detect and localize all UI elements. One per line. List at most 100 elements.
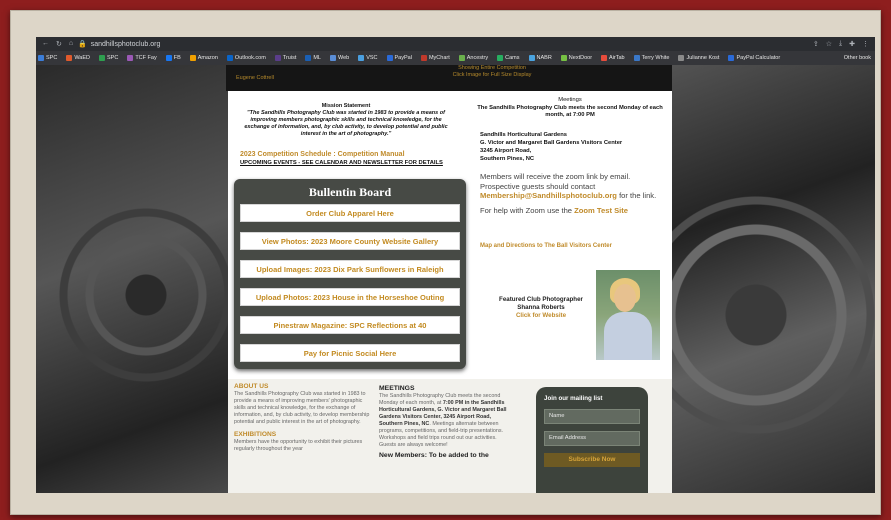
back-icon[interactable]: ← (42, 40, 49, 48)
bookmark-item[interactable]: Ancestry (458, 55, 488, 61)
upload-sunflowers-button[interactable]: Upload Images: 2023 Dix Park Sunflowers … (240, 260, 460, 278)
competition-schedule-link[interactable]: 2023 Competition Schedule : Competition … (240, 151, 405, 158)
gallery-strip: Eugene Cottrell Showing Entire Competiti… (226, 65, 672, 91)
portrait-face (614, 284, 636, 312)
bookmark-favicon-icon (127, 55, 134, 61)
zoom-info: Members will receive the zoom link by em… (480, 172, 657, 215)
bookmark-item[interactable]: MyChart (420, 55, 450, 61)
bookmark-item[interactable]: WaED (66, 55, 90, 61)
name-input[interactable]: Name (544, 409, 640, 424)
bookmark-favicon-icon (420, 55, 427, 61)
meetings-line: The Sandhills Photography Club meets the… (477, 104, 663, 119)
upcoming-events-link[interactable]: UPCOMING EVENTS - SEE CALENDAR AND NEWSL… (240, 160, 450, 167)
browser-screen: ← ↻ ⌂ 🔒 sandhillsphotoclub.org ⇪ ☆ ⤓ ✚ ⋮… (36, 37, 875, 493)
featured-photographer-photo[interactable] (596, 270, 660, 360)
bookmark-item[interactable]: PayPal Calculator (728, 55, 780, 61)
order-apparel-button[interactable]: Order Club Apparel Here (240, 204, 460, 222)
bookmark-item[interactable]: Cams (497, 55, 520, 61)
bookmark-item[interactable]: Web (329, 55, 349, 61)
upload-horseshoe-button[interactable]: Upload Photos: 2023 House in the Horsesh… (240, 288, 460, 306)
bookmark-favicon-icon (497, 55, 504, 61)
featured-photographer: Featured Club Photographer Shanna Robert… (476, 296, 606, 320)
bookmark-item[interactable]: SPC (99, 55, 118, 61)
exhibitions-heading: EXHIBITIONS (234, 431, 277, 438)
bookmark-favicon-icon (528, 55, 535, 61)
reload-icon[interactable]: ↻ (56, 40, 62, 48)
bookmark-favicon-icon (560, 55, 567, 61)
home-icon[interactable]: ⌂ (69, 40, 73, 48)
bookmark-favicon-icon (189, 55, 196, 61)
bookmark-item[interactable]: ML (305, 55, 321, 61)
bookmark-favicon-icon (226, 55, 233, 61)
gallery-caption[interactable]: Showing Entire Competition Click Image f… (412, 65, 572, 79)
map-directions-link[interactable]: Map and Directions to The Ball Visitors … (480, 243, 612, 249)
meetings-heading: Meetings (558, 97, 582, 103)
subscribe-button[interactable]: Subscribe Now (544, 453, 640, 467)
membership-email-link[interactable]: Membership@Sandhillsphotoclub.org (480, 191, 617, 200)
extensions-icon[interactable]: ✚ (849, 40, 855, 48)
bulletin-board: Bullentin Board Order Club Apparel Here … (234, 179, 466, 369)
bookmark-favicon-icon (305, 55, 312, 61)
picnic-pay-button[interactable]: Pay for Picnic Social Here (240, 344, 460, 362)
bookmark-favicon-icon (329, 55, 336, 61)
bookmark-item[interactable]: Truist (274, 55, 296, 61)
bookmark-favicon-icon (633, 55, 640, 61)
lock-icon: 🔒 (78, 41, 87, 48)
star-icon[interactable]: ☆ (826, 40, 832, 48)
bookmark-favicon-icon (274, 55, 281, 61)
bookmark-item[interactable]: SPC (38, 55, 57, 61)
mission-heading: Mission Statement (321, 103, 371, 109)
bookmark-favicon-icon (386, 55, 393, 61)
zoom-test-link[interactable]: Zoom Test Site (574, 206, 628, 215)
mission-statement: Mission Statement "The Sandhills Photogr… (240, 103, 452, 138)
meetings-info: Meetings The Sandhills Photography Club … (470, 97, 670, 120)
mission-text: "The Sandhills Photography Club was star… (244, 110, 448, 137)
photographer-name: Shanna Roberts (517, 304, 565, 311)
bookmark-favicon-icon (99, 55, 105, 61)
venue-address: Sandhills Horticultural Gardens G. Victo… (480, 132, 623, 162)
bookmark-item[interactable]: Amazon (189, 55, 218, 61)
mailing-list-box: Join our mailing list Name Email Address… (536, 387, 648, 493)
bookmark-item[interactable]: Terry White (633, 55, 669, 61)
about-text: The Sandhills Photography Club was start… (234, 391, 370, 425)
exhibitions-text: Members have the opportunity to exhibit … (234, 439, 363, 452)
bookmark-item[interactable]: PayPal (386, 55, 412, 61)
bookmark-item[interactable]: Julianne Kost (678, 55, 719, 61)
about-heading: ABOUT US (234, 383, 269, 390)
other-bookmarks[interactable]: Other book (844, 55, 875, 61)
nav-buttons: ← ↻ ⌂ (36, 40, 78, 48)
bookmark-favicon-icon (458, 55, 465, 61)
photographer-credit: Eugene Cottrell (236, 75, 274, 81)
bookmark-item[interactable]: Outlook.com (226, 55, 266, 61)
bookmark-item[interactable]: FB (165, 55, 181, 61)
new-members-text: New Members: To be added to the (379, 452, 489, 459)
bulletin-board-title: Bullentin Board (308, 185, 392, 199)
browser-tools: ⇪ ☆ ⤓ ✚ ⋮ (813, 40, 875, 48)
view-photos-button[interactable]: View Photos: 2023 Moore County Website G… (240, 232, 460, 250)
address-bar[interactable]: 🔒 sandhillsphotoclub.org (78, 40, 161, 49)
share-icon[interactable]: ⇪ (813, 40, 819, 48)
bookmark-favicon-icon (601, 55, 608, 61)
menu-icon[interactable]: ⋮ (862, 40, 869, 48)
bookmark-favicon-icon (728, 55, 735, 61)
about-us: ABOUT US The Sandhills Photography Club … (234, 383, 370, 453)
lower-section: ABOUT US The Sandhills Photography Club … (228, 379, 672, 493)
main-content: Mission Statement "The Sandhills Photogr… (228, 91, 672, 379)
meetings-section: MEETINGS The Sandhills Photography Club … (379, 385, 511, 460)
bookmark-item[interactable]: NextDoor (560, 55, 592, 61)
bookmark-item[interactable]: TCF Fay (127, 55, 157, 61)
bookmark-item[interactable]: VSC (358, 55, 378, 61)
bookmark-item[interactable]: NABR (528, 55, 552, 61)
email-input[interactable]: Email Address (544, 431, 640, 446)
download-icon[interactable]: ⤓ (839, 40, 842, 48)
mailing-list-heading: Join our mailing list (544, 395, 603, 402)
bookmarks-bar: SPC WaED SPC TCF Fay FB Amazon Outlook.com Trui… (36, 51, 875, 65)
bookmark-favicon-icon (66, 55, 73, 61)
bookmark-item[interactable]: AirTab (601, 55, 625, 61)
bookmark-favicon-icon (358, 55, 365, 61)
url-text: sandhillsphotoclub.org (90, 40, 161, 48)
meetings-lower-heading: MEETINGS (379, 385, 415, 392)
pinestraw-button[interactable]: Pinestraw Magazine: SPC Reflections at 4… (240, 316, 460, 334)
bookmark-favicon-icon (38, 55, 44, 61)
photographer-website-link[interactable]: Click for Website (476, 312, 606, 320)
